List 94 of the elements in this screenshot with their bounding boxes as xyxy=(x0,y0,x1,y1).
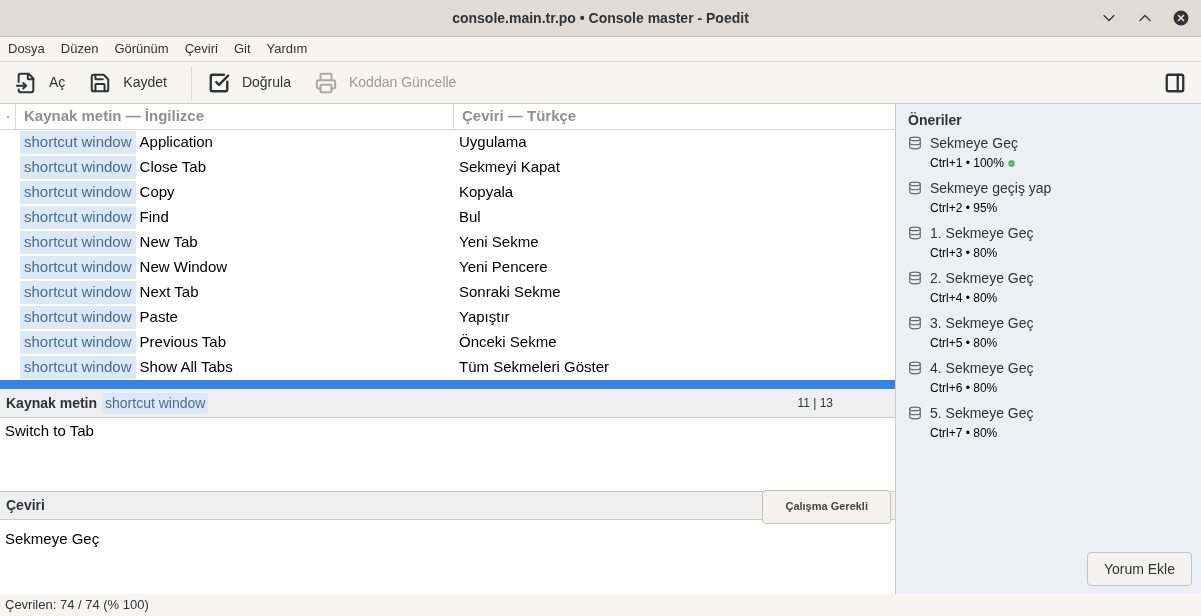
context-tag: shortcut window xyxy=(20,331,136,354)
translation-text: Sonraki Sekme xyxy=(458,282,561,303)
database-icon xyxy=(908,271,922,285)
panel-title: Çeviri xyxy=(6,496,45,515)
window-title: console.main.tr.po • Console master - Poedit xyxy=(452,8,749,28)
toolbar-button[interactable]: Kaydet xyxy=(89,71,167,94)
context-tag: shortcut window xyxy=(102,392,209,414)
table-row[interactable]: shortcut window Copy Kopyala xyxy=(0,180,895,205)
table-row[interactable]: shortcut window Close Tab Sekmeyi Kapat xyxy=(0,155,895,180)
table-row[interactable]: shortcut window Application Uygulama xyxy=(0,130,895,155)
suggestion-meta: Ctrl+7 • 80% xyxy=(930,425,998,442)
suggestion-item[interactable]: 5. Sekmeye Geç Ctrl+7 • 80% xyxy=(908,403,1189,442)
context-tag: shortcut window xyxy=(20,231,136,254)
suggestion-meta: Ctrl+4 • 80% xyxy=(930,290,998,307)
database-icon xyxy=(908,226,922,240)
suggestion-meta: Ctrl+2 • 95% xyxy=(930,200,998,217)
status-text: Çevrilen: 74 / 74 (% 100) xyxy=(5,596,149,615)
suggestion-text: Sekmeye geçiş yap xyxy=(930,179,1052,198)
suggestion-text: 3. Sekmeye Geç xyxy=(930,314,1034,333)
source-text: Switch to Tab xyxy=(5,422,94,439)
context-tag: shortcut window xyxy=(20,256,136,279)
menu-item[interactable]: Git xyxy=(233,39,251,59)
panel-title: Kaynak metin xyxy=(6,393,98,413)
suggestion-text: 4. Sekmeye Geç xyxy=(930,359,1034,378)
suggestion-item[interactable]: 3. Sekmeye Geç Ctrl+5 • 80% xyxy=(908,313,1189,352)
table-row[interactable]: shortcut window Find Bul xyxy=(0,205,895,230)
suggestion-meta: Ctrl+3 • 80% xyxy=(930,245,998,262)
database-icon xyxy=(908,406,922,420)
table-row[interactable]: shortcut window Next Tab Sonraki Sekme xyxy=(0,280,895,305)
source-text: Next Tab xyxy=(139,282,199,303)
suggestion-meta: Ctrl+1 • 100% xyxy=(930,155,1004,172)
translation-text: Yeni Pencere xyxy=(458,257,548,278)
context-tag: shortcut window xyxy=(20,306,136,329)
source-text: New Tab xyxy=(139,232,198,253)
close-icon[interactable] xyxy=(1171,8,1191,28)
source-text: Show All Tabs xyxy=(139,357,233,378)
printer-icon xyxy=(314,71,337,94)
table-row[interactable]: shortcut window Previous Tab Önceki Sekme xyxy=(0,330,895,355)
context-tag: shortcut window xyxy=(20,156,136,179)
checkbox-icon xyxy=(207,71,230,94)
source-text: Find xyxy=(139,207,169,228)
menu-item[interactable]: Yardım xyxy=(266,39,308,59)
suggestion-item[interactable]: 1. Sekmeye Geç Ctrl+3 • 80% xyxy=(908,223,1189,262)
source-text: Close Tab xyxy=(139,157,206,178)
source-text: Application xyxy=(139,132,213,153)
save-icon xyxy=(89,71,112,94)
context-tag: shortcut window xyxy=(20,131,136,154)
source-text: Paste xyxy=(139,307,178,328)
toolbar-button[interactable]: Doğrula xyxy=(207,71,291,94)
table-row[interactable]: shortcut window New Tab Yeni Sekme xyxy=(0,230,895,255)
context-tag: shortcut window xyxy=(20,181,136,204)
suggestion-text: 5. Sekmeye Geç xyxy=(930,404,1034,423)
database-icon xyxy=(908,361,922,375)
suggestion-item[interactable]: 4. Sekmeye Geç Ctrl+6 • 80% xyxy=(908,358,1189,397)
source-text: Previous Tab xyxy=(139,332,226,353)
database-icon xyxy=(908,316,922,330)
translation-text: Uygulama xyxy=(458,132,527,153)
file-icon xyxy=(15,71,37,94)
context-tag: shortcut window xyxy=(20,281,136,304)
entry-position: 11 | 13 xyxy=(797,395,833,412)
table-row[interactable]: shortcut window New Window Yeni Pencere xyxy=(0,255,895,280)
translation-text: Bul xyxy=(458,207,481,228)
menu-item[interactable]: Görünüm xyxy=(114,39,169,59)
toolbar-button[interactable]: Aç xyxy=(15,71,66,94)
menu-item[interactable]: Düzen xyxy=(60,39,99,59)
translation-text: Önceki Sekme xyxy=(458,332,557,353)
translation-field[interactable]: Sekmeye Geç xyxy=(5,530,100,547)
suggestion-item[interactable]: Sekmeye Geç Ctrl+1 • 100% xyxy=(908,133,1189,172)
translation-text: Tüm Sekmeleri Göster xyxy=(458,357,610,378)
sidebar-title: Öneriler xyxy=(908,111,963,130)
translation-text: Yeni Sekme xyxy=(458,232,539,253)
translation-text: Sekmeyi Kapat xyxy=(458,157,560,178)
translation-text: Yapıştır xyxy=(458,307,510,328)
suggestion-text: Sekmeye Geç xyxy=(930,134,1018,153)
context-tag: shortcut window xyxy=(20,356,136,379)
translation-text: Kopyala xyxy=(458,182,514,203)
database-icon xyxy=(908,181,922,195)
needs-work-button[interactable]: Çalışma Gerekli xyxy=(762,489,891,524)
suggestion-item[interactable]: Sekmeye geçiş yap Ctrl+2 • 95% xyxy=(908,178,1189,217)
context-tag: shortcut window xyxy=(20,206,136,229)
menu-item[interactable]: Dosya xyxy=(8,39,45,59)
table-row[interactable]: shortcut window Show All Tabs Tüm Sekmeleri Göster xyxy=(0,355,895,380)
suggestion-text: 2. Sekmeye Geç xyxy=(930,269,1034,288)
suggestion-meta: Ctrl+5 • 80% xyxy=(930,335,998,352)
source-text: New Window xyxy=(139,257,228,278)
suggestion-item[interactable]: 2. Sekmeye Geç Ctrl+4 • 80% xyxy=(908,268,1189,307)
source-text: Copy xyxy=(139,182,175,203)
sidebar-toggle-icon[interactable] xyxy=(1164,71,1186,94)
table-row[interactable]: shortcut window Paste Yapıştır xyxy=(0,305,895,330)
suggestion-meta: Ctrl+6 • 80% xyxy=(930,380,998,397)
add-comment-button[interactable]: Yorum Ekle xyxy=(1086,552,1192,586)
database-icon xyxy=(908,136,922,150)
menu-item[interactable]: Çeviri xyxy=(184,39,218,59)
suggestion-text: 1. Sekmeye Geç xyxy=(930,224,1034,243)
